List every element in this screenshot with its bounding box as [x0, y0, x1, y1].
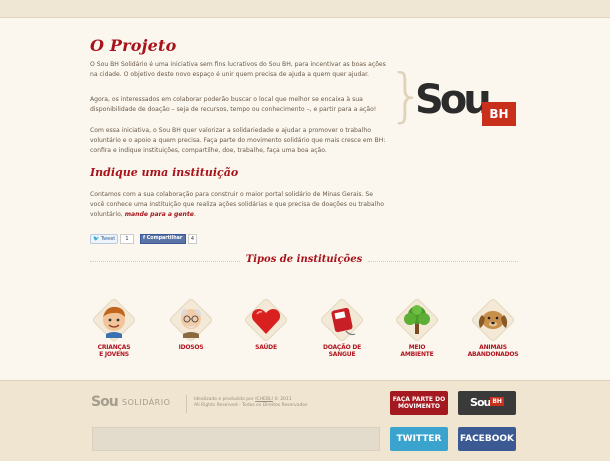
- children-icon: [91, 297, 137, 343]
- top-bar: [0, 0, 610, 18]
- suggest-paragraph: Contamos com a sua colaboração para cons…: [90, 191, 384, 218]
- initiative-paragraph: Com essa iniciativa, o Sou BH quer valor…: [90, 127, 386, 154]
- soubh-logo-badge: BH: [482, 102, 516, 126]
- send-to-us-link[interactable]: mande para a gente: [125, 211, 194, 218]
- footer-logo-sou: Sou: [91, 394, 119, 410]
- category-health[interactable]: SAÚDE: [236, 297, 296, 351]
- facebook-share-button[interactable]: f Compartilhar: [140, 234, 186, 244]
- footer-credit: Idealizado e produzido por ICHEBLI © 201…: [194, 397, 308, 408]
- category-environment[interactable]: MEIO AMBIENTE: [387, 297, 447, 358]
- footer-input-area[interactable]: [92, 427, 380, 451]
- share-count: 4: [188, 234, 197, 244]
- share-label: Compartilhar: [146, 236, 183, 241]
- category-elderly-label: IDOSOS: [178, 344, 204, 351]
- category-health-label: SAÚDE: [255, 344, 277, 351]
- category-blood-donation-label: DOAÇÃO DE SANGUE: [322, 344, 362, 358]
- category-blood-donation[interactable]: DOAÇÃO DE SANGUE: [312, 297, 372, 358]
- company-link[interactable]: ICHEBLI: [255, 397, 273, 402]
- category-abandoned-animals[interactable]: ANIMAIS ABANDONADOS: [463, 297, 523, 358]
- category-environment-label: MEIO AMBIENTE: [400, 344, 434, 358]
- soubh-button[interactable]: Sou BH: [458, 391, 516, 415]
- institution-types-heading: Tipos de instituições: [245, 254, 363, 265]
- category-children-label: CRIANÇAS E JOVENS: [97, 344, 131, 358]
- category-children[interactable]: CRIANÇAS E JOVENS: [84, 297, 144, 358]
- donation-paragraph: Agora, os interessados em colaborar pode…: [90, 96, 377, 113]
- dog-icon: [470, 297, 516, 343]
- footer-logo-solidario: SOLIDÁRIO: [122, 398, 171, 407]
- tweet-button[interactable]: 🐦 Tweet: [90, 234, 118, 244]
- facebook-f-icon: f: [143, 236, 146, 241]
- join-movement-button[interactable]: FAÇA PARTE DO MOVIMENTO: [390, 391, 448, 415]
- soubh-logo: Sou: [415, 77, 492, 123]
- twitter-button[interactable]: TWITTER: [390, 427, 448, 451]
- heart-icon: [243, 297, 289, 343]
- elderly-icon: [168, 297, 214, 343]
- main-content: O Projeto O Sou BH Solidário é uma inici…: [0, 18, 610, 380]
- footer: Sou SOLIDÁRIO Idealizado e produzido por…: [0, 380, 610, 461]
- category-elderly[interactable]: IDOSOS: [161, 297, 221, 351]
- tweet-count: 1: [120, 234, 134, 244]
- intro-paragraph: O Sou BH Solidário é uma iniciativa sem …: [90, 61, 386, 78]
- tweet-label: Tweet: [100, 236, 116, 242]
- suggest-institution-heading: Indique uma instituição: [90, 166, 239, 179]
- divider-right: [368, 261, 518, 262]
- footer-separator: [186, 395, 187, 413]
- tree-icon: [394, 297, 440, 343]
- page-title: O Projeto: [90, 36, 177, 55]
- page: O Projeto O Sou BH Solidário é uma inici…: [0, 0, 610, 461]
- twitter-bird-icon: 🐦: [93, 236, 100, 242]
- blood-bag-icon: [319, 297, 365, 343]
- facebook-button[interactable]: FACEBOOK: [458, 427, 516, 451]
- category-abandoned-animals-label: ANIMAIS ABANDONADOS: [467, 344, 519, 358]
- divider-left: [90, 261, 240, 262]
